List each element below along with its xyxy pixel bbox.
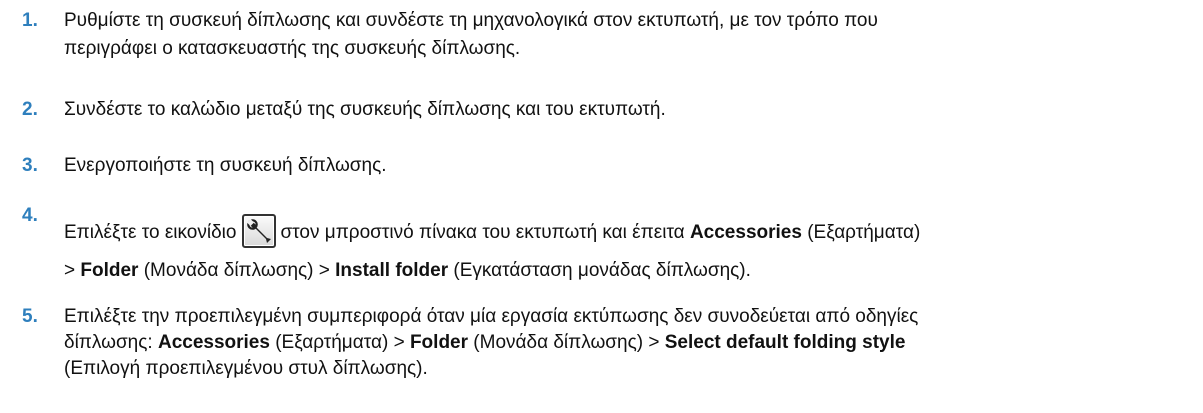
step-text-fragment: (Μονάδα δίπλωσης) > <box>138 260 336 281</box>
step-text: Ενεργοποιήστε τη συσκευή δίπλωσης. <box>64 154 1195 178</box>
step-text-fragment: (Εγκατάσταση μονάδας δίπλωσης). <box>448 260 751 281</box>
step-text: Συνδέστε το καλώδιο μεταξύ της συσκευής … <box>64 98 1195 122</box>
step-line: > Folder (Μονάδα δίπλωσης) > Install fol… <box>64 259 1195 283</box>
step-line: περιγράφει ο κατασκευαστής της συσκευής … <box>64 38 521 59</box>
menu-item-install-folder: Install folder <box>335 260 449 281</box>
step-text-fragment: Επιλέξτε το εικονίδιο <box>64 222 237 243</box>
step-text-fragment: στον μπροστινό πίνακα του εκτυπωτή και έ… <box>280 222 685 243</box>
step-number: 2. <box>22 99 38 120</box>
menu-item-folder: Folder <box>80 260 139 281</box>
menu-item-accessories: Accessories <box>689 222 802 243</box>
step-text-fragment: > <box>64 260 81 281</box>
step-text: Επιλέξτε το εικονίδιο στον μπροστινό πίν… <box>64 214 1195 283</box>
instruction-steps: 1. Ρυθμίστε τη συσκευή δίπλωσης και συνδ… <box>0 0 1203 413</box>
wrench-icon <box>242 214 277 248</box>
step-number: 3. <box>22 155 38 176</box>
step-line: δίπλωσης: Accessories (Εξαρτήματα) > Fol… <box>64 331 1195 355</box>
step-line: (Επιλογή προεπιλεγμένου στυλ δίπλωσης). <box>64 358 428 379</box>
menu-item-folder: Folder <box>409 332 469 353</box>
menu-item-select-default-folding-style: Select default folding style <box>664 332 906 353</box>
step-line: Συνδέστε το καλώδιο μεταξύ της συσκευής … <box>64 99 666 120</box>
menu-item-accessories: Accessories <box>157 332 270 353</box>
step-text-fragment: (Εξαρτήματα) > <box>269 332 410 353</box>
step-line: Επιλέξτε την προεπιλεγμένη συμπεριφορά ό… <box>64 306 919 327</box>
step-text: Επιλέξτε την προεπιλεγμένη συμπεριφορά ό… <box>64 305 1195 381</box>
step-text-fragment: (Μονάδα δίπλωσης) > <box>468 332 665 353</box>
step-number: 5. <box>22 306 38 327</box>
step-text-fragment: δίπλωσης: <box>64 332 158 353</box>
step-text-fragment: (Εξαρτήματα) <box>801 222 921 243</box>
step-line: Επιλέξτε το εικονίδιο στον μπροστινό πίν… <box>64 214 1195 248</box>
step-line: Ενεργοποιήστε τη συσκευή δίπλωσης. <box>64 155 387 176</box>
step-text: Ρυθμίστε τη συσκευή δίπλωσης και συνδέστ… <box>64 9 1195 61</box>
step-number: 1. <box>22 10 38 31</box>
step-line: Ρυθμίστε τη συσκευή δίπλωσης και συνδέστ… <box>64 10 878 31</box>
step-number: 4. <box>22 205 38 226</box>
